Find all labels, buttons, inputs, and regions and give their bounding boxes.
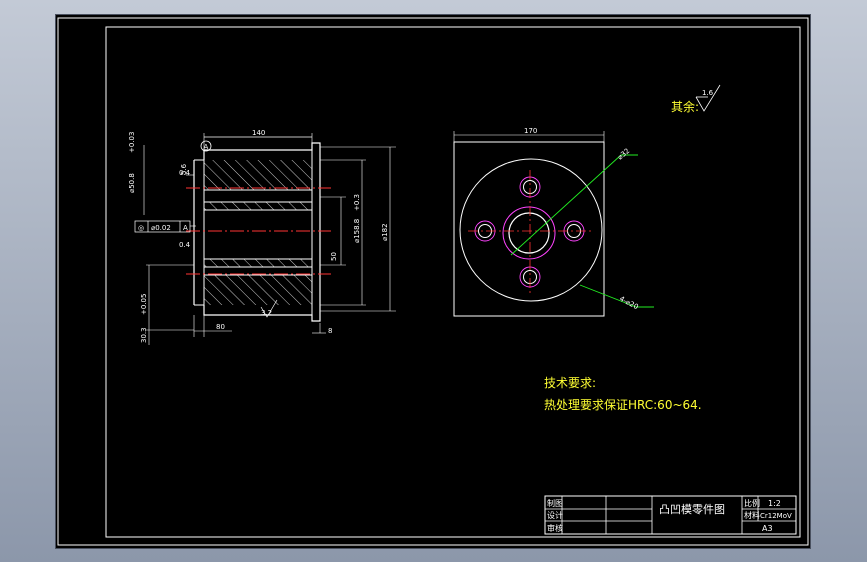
side-outline <box>453 141 605 317</box>
tb-check-label: 审核 <box>547 523 563 533</box>
roughness-32-label: 3.2 <box>261 309 272 317</box>
cad-drawing: 140 A ⌀50.8 +0.03 5.6 ◎ ⌀0.02 A 0.4 0.4 … <box>57 17 809 546</box>
dim-8-label: 8 <box>328 327 332 335</box>
section-hatch-upper-web <box>204 202 312 210</box>
tb-material-label: 材料 <box>744 510 760 520</box>
dim-d-outer-label: ⌀182 <box>381 223 389 241</box>
tb-design-label: 设计 <box>547 510 563 520</box>
drawing-sheet: 140 A ⌀50.8 +0.03 5.6 ◎ ⌀0.02 A 0.4 0.4 … <box>56 15 810 548</box>
roughness-04-a: 0.4 <box>179 241 191 249</box>
dim-d-top-tol: +0.03 <box>128 132 136 153</box>
dim-d-main-label: ⌀158.8 <box>353 219 361 243</box>
section-hatch-bottom <box>204 275 312 305</box>
datum-a-label: A <box>204 143 209 151</box>
tech-requirements-line: 热处理要求保证HRC:60~64. <box>544 398 702 412</box>
fcf-symbol: ◎ <box>138 224 144 232</box>
front-view: 140 A ⌀50.8 +0.03 5.6 ◎ ⌀0.02 A 0.4 0.4 … <box>128 129 396 345</box>
tb-ratio-label: 比例 <box>744 498 760 508</box>
title-block: 制图 设计 审核 凸凹模零件图 比例 1:2 材料 Cr12MoV A3 <box>544 495 797 535</box>
fcf-datum: A <box>183 224 188 232</box>
section-hatch-lower-web <box>204 259 312 267</box>
tech-requirements-title: 技术要求: <box>544 376 596 390</box>
side-view: 170 ⌀32 4-⌀20 <box>453 127 654 317</box>
dim-length-label: 140 <box>252 129 265 137</box>
tb-drawn-label: 制图 <box>547 498 563 508</box>
dim-80-label: 80 <box>216 323 225 331</box>
bolt-circle <box>502 206 556 260</box>
dim-width-label: 170 <box>524 127 537 135</box>
roughness-note: 其余: <box>671 99 699 114</box>
roughness-value: 1.6 <box>702 89 714 97</box>
roughness-04-b: 0.4 <box>179 169 191 177</box>
tb-drawing-name: 凸凹模零件图 <box>659 503 725 516</box>
dim-bottom-tol: +0.05 <box>140 294 148 315</box>
dim-d-top-label: ⌀50.8 <box>128 173 136 193</box>
dim-bottom-label: 30.3 <box>140 327 148 343</box>
dim-holes-label: 4-⌀20 <box>618 295 640 312</box>
tb-ratio-value: 1:2 <box>768 499 781 508</box>
section-hatch-top <box>204 160 312 190</box>
tb-material-value: Cr12MoV <box>760 512 792 520</box>
dim-d-main-tol: +0.3 <box>353 194 361 211</box>
dim-50-label: 50 <box>330 252 338 261</box>
center-hole <box>508 212 550 254</box>
tb-size-value: A3 <box>762 524 773 533</box>
outer-border <box>57 17 809 546</box>
dim-hole-label: ⌀32 <box>616 147 631 162</box>
fcf-value: ⌀0.02 <box>151 224 171 232</box>
